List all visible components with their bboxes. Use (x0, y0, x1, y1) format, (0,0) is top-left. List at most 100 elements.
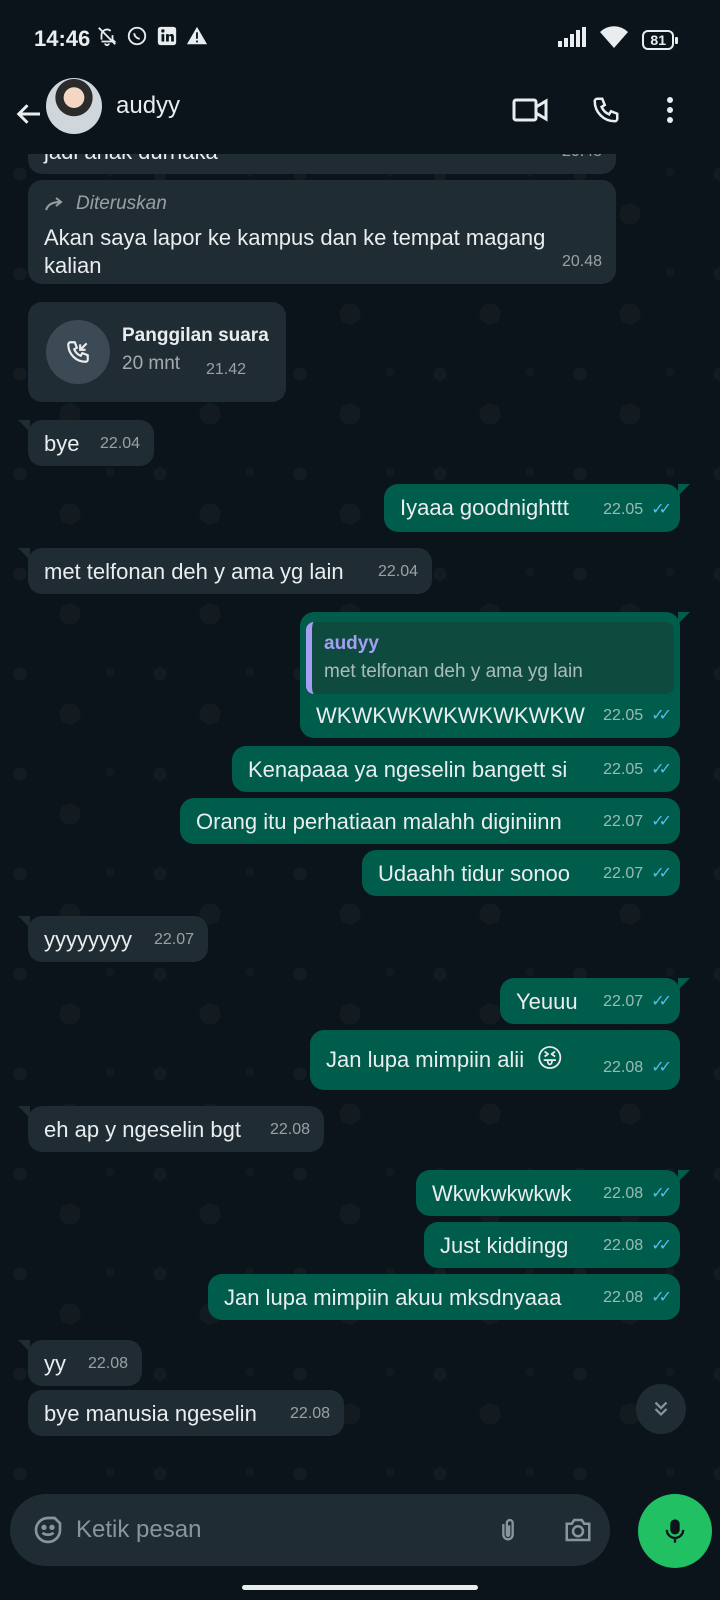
message-time: 22.07 ✓✓ (603, 988, 672, 1016)
read-ticks-icon: ✓✓ (651, 1059, 672, 1076)
message-incoming[interactable]: jadi anak durhaka 20.48 (28, 154, 616, 174)
incoming-call-icon (67, 341, 89, 363)
message-text: Iyaaa goodnighttt (400, 495, 569, 520)
message-time: 22.08 ✓✓ (603, 1284, 672, 1312)
avatar[interactable] (46, 78, 102, 134)
message-outgoing[interactable]: Iyaaa goodnighttt 22.05 ✓✓ (384, 484, 690, 532)
message-incoming-forwarded[interactable]: Diteruskan Akan saya lapor ke kampus dan… (28, 180, 616, 284)
phone-icon (593, 97, 619, 123)
message-text: Yeuuu (516, 989, 578, 1014)
message-text: yy (44, 1351, 66, 1376)
message-text: Orang itu perhatiaan malahh diginiinn (196, 809, 562, 834)
emoji-button[interactable] (26, 1508, 70, 1552)
attach-button[interactable] (486, 1508, 530, 1552)
message-text: Wkwkwkwkwk (432, 1181, 572, 1206)
video-camera-icon (512, 98, 548, 122)
message-composer (10, 1494, 610, 1566)
message-text: Jan lupa mimpiin akuu mksdnyaaa (224, 1285, 562, 1310)
double-chevron-down-icon (654, 1401, 668, 1417)
whatsapp-icon (126, 24, 148, 48)
voice-record-button[interactable] (638, 1494, 712, 1568)
message-outgoing[interactable]: Wkwkwkwkwk 22.08 ✓✓ (416, 1170, 690, 1216)
arrow-left-icon (16, 104, 40, 124)
missed-call-icon-circle (46, 320, 110, 384)
message-outgoing[interactable]: Orang itu perhatiaan malahh diginiinn 22… (180, 798, 680, 844)
message-incoming[interactable]: eh ap y ngeselin bgt 22.08 (18, 1106, 324, 1152)
chat-header: audyy (0, 76, 720, 154)
message-text: Udaahh tidur sonoo (378, 861, 571, 886)
message-time: 22.05 ✓✓ (603, 702, 672, 730)
message-text: bye (44, 431, 80, 456)
message-text: bye manusia ngeselin (44, 1401, 257, 1426)
camera-button[interactable] (556, 1508, 600, 1552)
read-ticks-icon: ✓✓ (651, 1289, 672, 1306)
message-incoming[interactable]: bye manusia ngeselin 22.08 (28, 1390, 344, 1436)
microphone-icon (665, 1519, 685, 1543)
notification-icons (96, 24, 208, 48)
scroll-to-bottom-button[interactable] (636, 1384, 686, 1434)
message-time: 22.04 (377, 563, 418, 580)
video-call-button[interactable] (508, 88, 552, 132)
back-button[interactable] (10, 90, 50, 138)
quoted-text: met telfonan deh y ama yg lain (324, 661, 583, 682)
forward-icon (45, 197, 63, 211)
message-outgoing[interactable]: Yeuuu 22.07 ✓✓ (500, 978, 690, 1024)
gesture-navigation-bar[interactable] (242, 1585, 478, 1590)
message-incoming[interactable]: bye 22.04 (18, 420, 154, 466)
read-ticks-icon: ✓✓ (651, 813, 672, 830)
message-incoming[interactable]: yyyyyyyy 22.07 (18, 916, 208, 962)
message-time: 22.07 ✓✓ (603, 808, 672, 836)
message-text: Akan saya lapor ke kampus dan ke tempat … (44, 225, 546, 278)
message-time: 22.08 ✓✓ (603, 1232, 672, 1260)
message-time: 22.07 (153, 931, 194, 948)
message-time: 20.48 (562, 154, 602, 166)
message-text: yyyyyyyy (44, 927, 132, 952)
quoted-sender: audyy (324, 633, 379, 654)
more-options-button[interactable] (648, 88, 692, 132)
contact-name[interactable]: audyy (116, 92, 180, 120)
message-time: 22.04 (99, 435, 140, 452)
read-ticks-icon: ✓✓ (651, 1185, 672, 1202)
read-ticks-icon: ✓✓ (651, 707, 672, 724)
message-text: eh ap y ngeselin bgt (44, 1117, 241, 1142)
emoji-sticker-icon (34, 1516, 62, 1544)
camera-icon (565, 1518, 591, 1542)
voice-call-button[interactable] (584, 88, 628, 132)
message-time: 22.08 ✓✓ (603, 1054, 672, 1082)
message-time: 22.08 (87, 1355, 128, 1372)
chat-area[interactable]: jadi anak durhaka 20.48 Diteruskan Akan … (0, 154, 720, 1482)
status-bar: 14:46 81 (0, 0, 720, 76)
quoted-message[interactable]: audyy met telfonan deh y ama yg lain (306, 622, 674, 694)
read-ticks-icon: ✓✓ (651, 501, 672, 518)
message-text: WKWKWKWKWKWKWKW (316, 703, 585, 728)
read-ticks-icon: ✓✓ (651, 865, 672, 882)
message-outgoing-reply[interactable]: audyy met telfonan deh y ama yg lain WKW… (300, 612, 690, 738)
message-input[interactable] (76, 1512, 456, 1548)
status-time: 14:46 (34, 26, 91, 51)
message-incoming[interactable]: yy 22.08 (18, 1340, 142, 1386)
battery-indicator: 81 (642, 29, 678, 50)
message-outgoing[interactable]: Kenapaaa ya ngeselin bangett si 22.05 ✓✓ (232, 746, 680, 792)
forwarded-label: Diteruskan (44, 190, 600, 218)
linkedin-icon (156, 24, 178, 48)
message-time: 22.08 (289, 1405, 330, 1422)
message-time: 22.08 ✓✓ (603, 1180, 672, 1208)
more-vertical-icon (667, 97, 673, 123)
read-ticks-icon: ✓✓ (651, 761, 672, 778)
wifi-icon (600, 26, 629, 53)
message-outgoing[interactable]: Jan lupa mimpiin alii 😝 22.08 ✓✓ (310, 1030, 680, 1090)
voice-call-message[interactable]: Panggilan suara 20 mnt 21.42 (28, 302, 286, 402)
message-incoming[interactable]: met telfonan deh y ama yg lain 22.04 (18, 548, 432, 594)
emoji-squinting-tongue-icon: 😝 (536, 1043, 564, 1073)
signal-icon (558, 27, 587, 52)
message-time: 22.05 ✓✓ (603, 756, 672, 784)
read-ticks-icon: ✓✓ (651, 993, 672, 1010)
message-outgoing[interactable]: Just kiddingg 22.08 ✓✓ (424, 1222, 680, 1268)
warning-icon (186, 24, 208, 48)
message-text: Just kiddingg (440, 1233, 569, 1258)
message-outgoing[interactable]: Jan lupa mimpiin akuu mksdnyaaa 22.08 ✓✓ (208, 1274, 680, 1320)
message-time: 20.48 (561, 253, 602, 270)
message-outgoing[interactable]: Udaahh tidur sonoo 22.07 ✓✓ (362, 850, 680, 896)
muted-bell-icon (96, 24, 118, 48)
call-duration: 20 mnt (122, 353, 181, 374)
